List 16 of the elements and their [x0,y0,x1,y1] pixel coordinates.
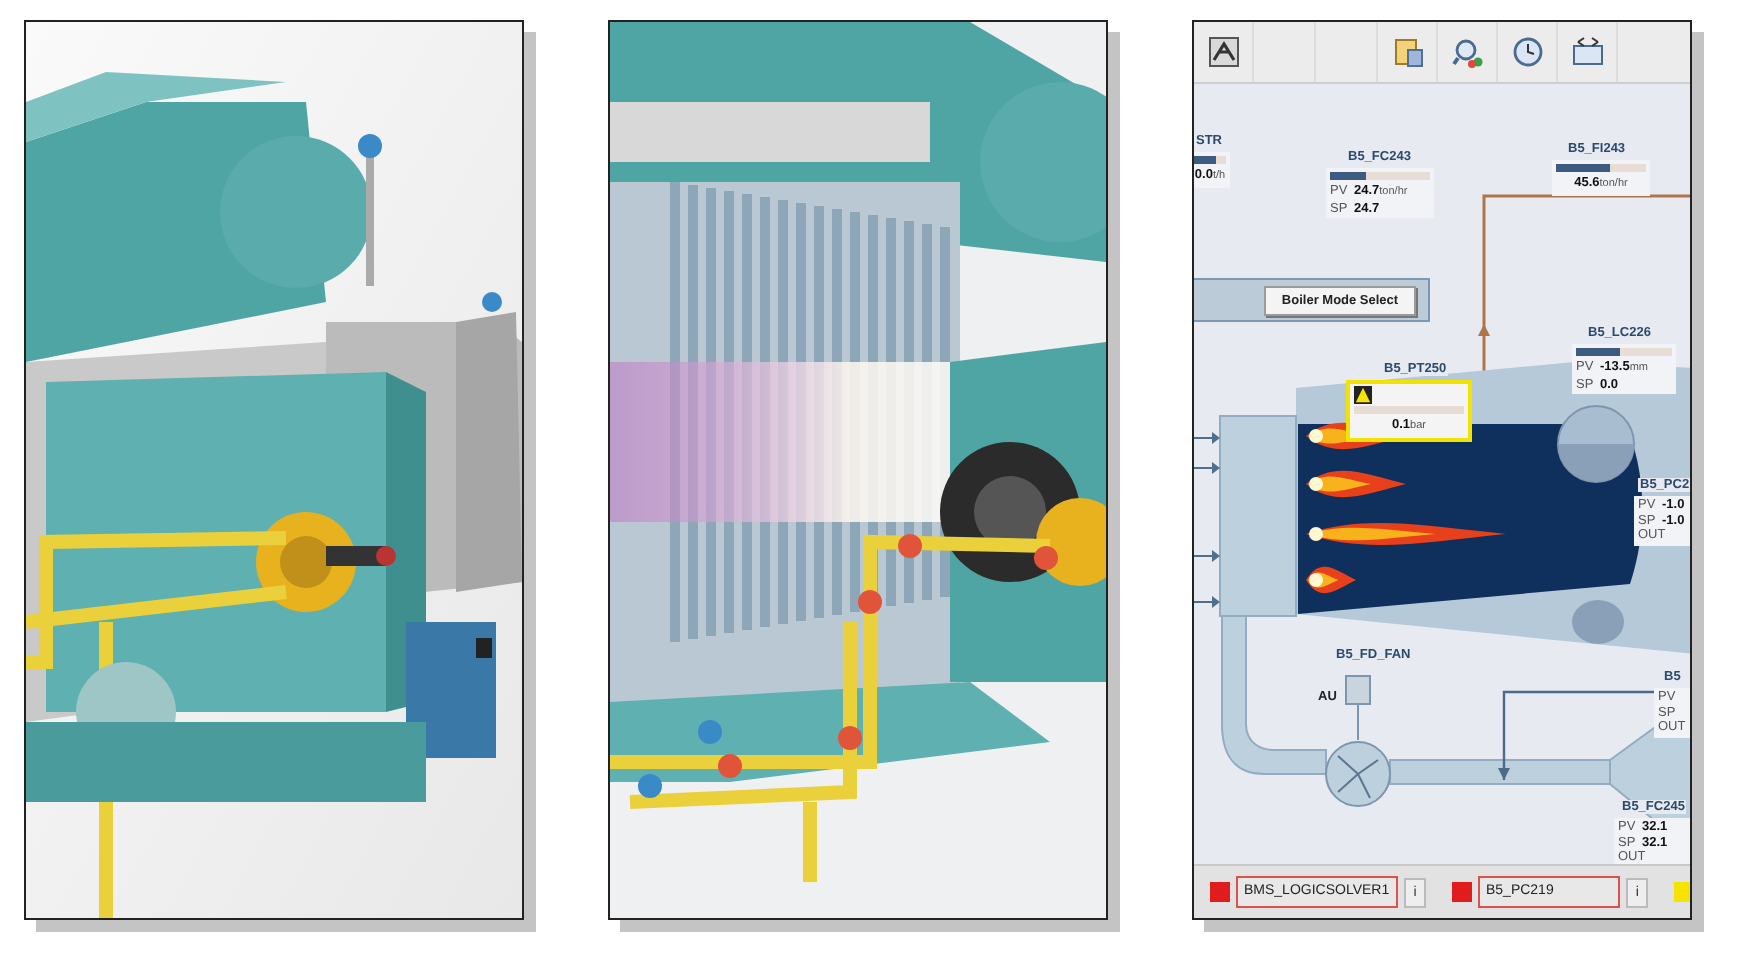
alarm-icon [1210,882,1230,902]
arrow-icon [1194,462,1220,474]
arrow-icon [1194,596,1220,608]
arrow-icon [1194,432,1220,444]
alarm-icon [1451,882,1472,902]
drum-drawing [1572,600,1624,644]
motor-icon [1345,675,1371,741]
arrow-icon [1194,550,1220,562]
flame-icon [1306,566,1356,594]
flame-icon [1306,470,1406,498]
flame-icon [1306,523,1506,545]
status-icon [1674,882,1690,902]
warning-icon [1354,386,1372,404]
fan-icon [1325,741,1391,807]
empty-bar [1354,406,1464,414]
drum-drawing [1557,405,1635,483]
